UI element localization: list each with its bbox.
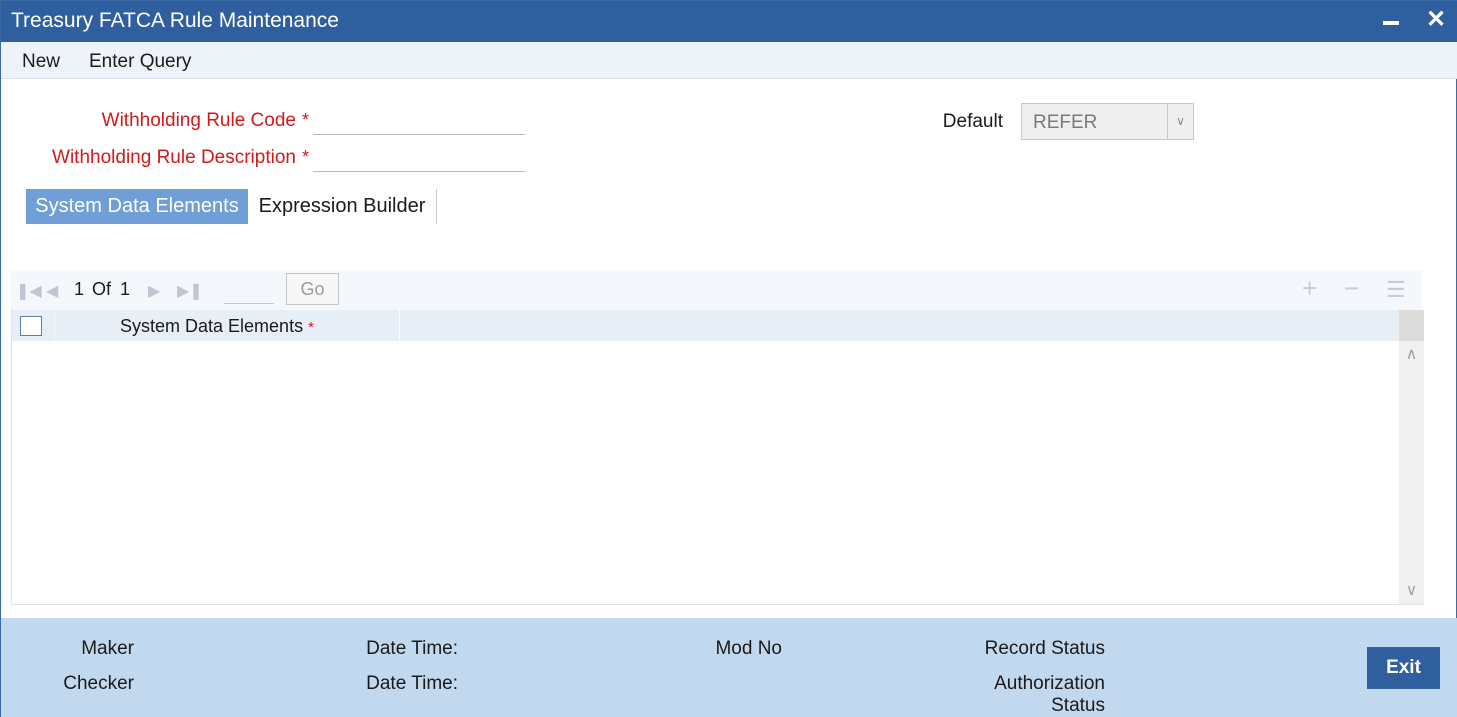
maker-label: Maker — [81, 638, 134, 659]
select-all-checkbox[interactable] — [20, 316, 42, 336]
scroll-down-icon[interactable]: ∨ — [1399, 580, 1424, 600]
rule-description-input[interactable] — [313, 142, 525, 172]
rule-description-label-text: Withholding Rule Description — [52, 147, 296, 168]
menu-bar: New Enter Query — [1, 42, 1457, 79]
audit-footer: Maker Checker Date Time: Date Time: Mod … — [1, 618, 1457, 717]
menu-new[interactable]: New — [22, 51, 60, 73]
grid-header: System Data Elements * — [12, 310, 1399, 341]
fatca-rule-window: Treasury FATCA Rule Maintenance ✕ New En… — [0, 0, 1457, 717]
chevron-down-icon[interactable]: ∨ — [1167, 104, 1193, 139]
grid-toolbar: ❚◀ ◀ 1 Of 1 ▶ ▶❚ Go + − ☰ — [11, 271, 1422, 310]
rule-code-label-text: Withholding Rule Code — [101, 110, 296, 131]
checker-date-time-label: Date Time: — [366, 673, 458, 694]
authorization-label: Authorization — [994, 673, 1105, 694]
exit-button[interactable]: Exit — [1367, 647, 1440, 689]
delete-row-icon[interactable]: − — [1344, 275, 1359, 301]
first-page-icon[interactable]: ❚◀ — [16, 281, 42, 301]
column-divider — [399, 310, 400, 341]
title-bar: Treasury FATCA Rule Maintenance ✕ — [1, 1, 1457, 42]
last-page-icon[interactable]: ▶❚ — [177, 281, 203, 301]
required-star: * — [308, 319, 314, 336]
required-star: * — [301, 147, 309, 167]
scroll-up-icon[interactable]: ∧ — [1399, 344, 1424, 364]
minimize-icon[interactable] — [1381, 10, 1403, 32]
column-header-system-data-elements: System Data Elements * — [120, 316, 314, 337]
rule-description-label: Withholding Rule Description * — [11, 147, 309, 169]
tab-system-data-elements[interactable]: System Data Elements — [26, 189, 248, 224]
default-label: Default — [942, 111, 1003, 132]
grid-scrollbar[interactable]: ∧ ∨ — [1399, 310, 1424, 604]
default-select-value: REFER — [1033, 112, 1098, 133]
rule-code-label: Withholding Rule Code * — [41, 110, 309, 132]
pager-current: 1 — [74, 279, 85, 299]
list-view-icon[interactable]: ☰ — [1386, 277, 1406, 303]
maker-date-time-label: Date Time: — [366, 638, 458, 659]
page-number-input[interactable] — [224, 275, 274, 304]
pager-of: Of — [92, 279, 112, 299]
tab-expression-builder[interactable]: Expression Builder — [248, 189, 437, 224]
scrollbar-header — [1399, 310, 1424, 341]
column-header-text: System Data Elements — [120, 316, 304, 336]
go-button[interactable]: Go — [286, 273, 339, 305]
window-title: Treasury FATCA Rule Maintenance — [11, 9, 339, 32]
checker-label: Checker — [63, 673, 134, 694]
next-page-icon[interactable]: ▶ — [148, 281, 160, 301]
authorization-status-label: Status — [1051, 695, 1105, 716]
rule-code-input[interactable] — [313, 105, 525, 135]
default-select[interactable]: REFER ∨ — [1021, 103, 1194, 140]
menu-enter-query[interactable]: Enter Query — [89, 51, 191, 73]
required-star: * — [301, 110, 309, 130]
record-status-label: Record Status — [984, 638, 1105, 659]
previous-page-icon[interactable]: ◀ — [46, 281, 58, 301]
system-data-elements-grid: System Data Elements * ∧ ∨ — [11, 310, 1424, 605]
pager-total: 1 — [120, 279, 131, 299]
close-icon[interactable]: ✕ — [1423, 6, 1449, 34]
add-row-icon[interactable]: + — [1302, 275, 1317, 301]
column-divider — [54, 310, 55, 341]
mod-no-label: Mod No — [715, 638, 782, 659]
